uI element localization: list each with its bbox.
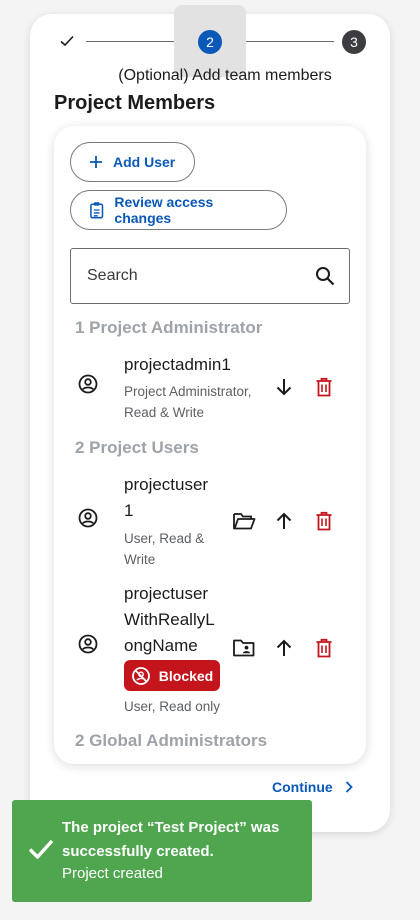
promote-button[interactable] — [272, 636, 296, 660]
member-name: projectadmin1 — [124, 352, 231, 378]
plus-icon — [90, 156, 102, 168]
block-icon — [131, 666, 150, 685]
checkmark-icon — [28, 839, 54, 859]
member-role: User, Read & Write — [124, 528, 204, 570]
search-input[interactable]: Search — [70, 248, 350, 304]
member-role-line: User, Read only — [124, 699, 221, 714]
member-role-line: Write — [124, 552, 156, 567]
step-1-complete-check-icon[interactable] — [58, 32, 76, 50]
account-circle-icon — [78, 634, 98, 654]
review-access-button[interactable]: Review access changes — [70, 190, 287, 230]
folder-open-icon — [233, 513, 256, 530]
member-name-line: WithReallyL — [124, 610, 215, 629]
delete-member-button[interactable] — [312, 509, 336, 533]
promote-button[interactable] — [272, 509, 296, 533]
page-title: Project Members — [54, 92, 216, 114]
member-name-line: ongName — [124, 636, 198, 655]
toast-title: The project “Test Project” was successfu… — [62, 819, 280, 860]
member-folder-button[interactable] — [232, 636, 256, 660]
step-caption: (Optional) Add team members — [118, 67, 332, 84]
add-user-button[interactable]: Add User — [70, 142, 195, 182]
arrow-down-icon — [276, 379, 292, 396]
member-role: Project Administrator, Read & Write — [124, 381, 252, 423]
member-name-line: projectadmin1 — [124, 355, 231, 374]
step-3-indicator[interactable]: 3 — [342, 30, 366, 54]
group-heading-project-users: 2 Project Users — [75, 438, 199, 457]
success-toast: The project “Test Project” was successfu… — [12, 800, 312, 902]
review-access-label: Review access changes — [114, 194, 214, 226]
step-2-indicator[interactable]: 2 — [198, 30, 222, 54]
member-role-line: User, Read & — [124, 531, 205, 546]
search-icon[interactable] — [315, 266, 335, 286]
delete-member-button[interactable] — [312, 636, 336, 660]
stepper-connector — [86, 41, 174, 42]
delete-member-button[interactable] — [312, 375, 336, 399]
group-heading-global-admins: 2 Global Administrators — [75, 731, 268, 750]
member-name-line: 1 — [124, 501, 134, 520]
blocked-badge-label: Blocked — [158, 667, 214, 684]
stepper-connector — [246, 41, 334, 42]
trash-icon — [316, 377, 332, 397]
search-placeholder: Search — [87, 267, 138, 284]
folder-shared-icon — [233, 639, 255, 657]
toast-subtitle: Project created — [62, 865, 163, 882]
account-circle-icon — [78, 508, 98, 528]
demote-button[interactable] — [272, 375, 296, 399]
clipboard-icon — [90, 202, 104, 219]
trash-icon — [316, 511, 332, 531]
chevron-right-icon — [345, 781, 353, 793]
folder-access-button[interactable] — [232, 509, 256, 533]
blocked-badge: Blocked — [124, 660, 220, 691]
account-circle-icon — [78, 374, 98, 394]
group-heading-project-admins: 1 Project Administrator — [75, 318, 263, 337]
arrow-up-icon — [276, 512, 292, 529]
member-role-line: Read & Write — [124, 405, 205, 420]
continue-button[interactable]: Continue — [272, 779, 353, 795]
trash-icon — [316, 638, 332, 658]
add-user-label: Add User — [113, 154, 176, 170]
member-role-line: Project Administrator, — [124, 384, 252, 399]
member-name-line: projectuser — [124, 584, 209, 603]
member-name: projectuser 1 — [124, 472, 208, 524]
member-name-line: projectuser — [124, 475, 209, 494]
member-role: User, Read only — [124, 696, 220, 717]
continue-label: Continue — [272, 779, 333, 795]
arrow-up-icon — [276, 639, 292, 656]
member-name: projectuser WithReallyL ongName — [124, 581, 215, 659]
